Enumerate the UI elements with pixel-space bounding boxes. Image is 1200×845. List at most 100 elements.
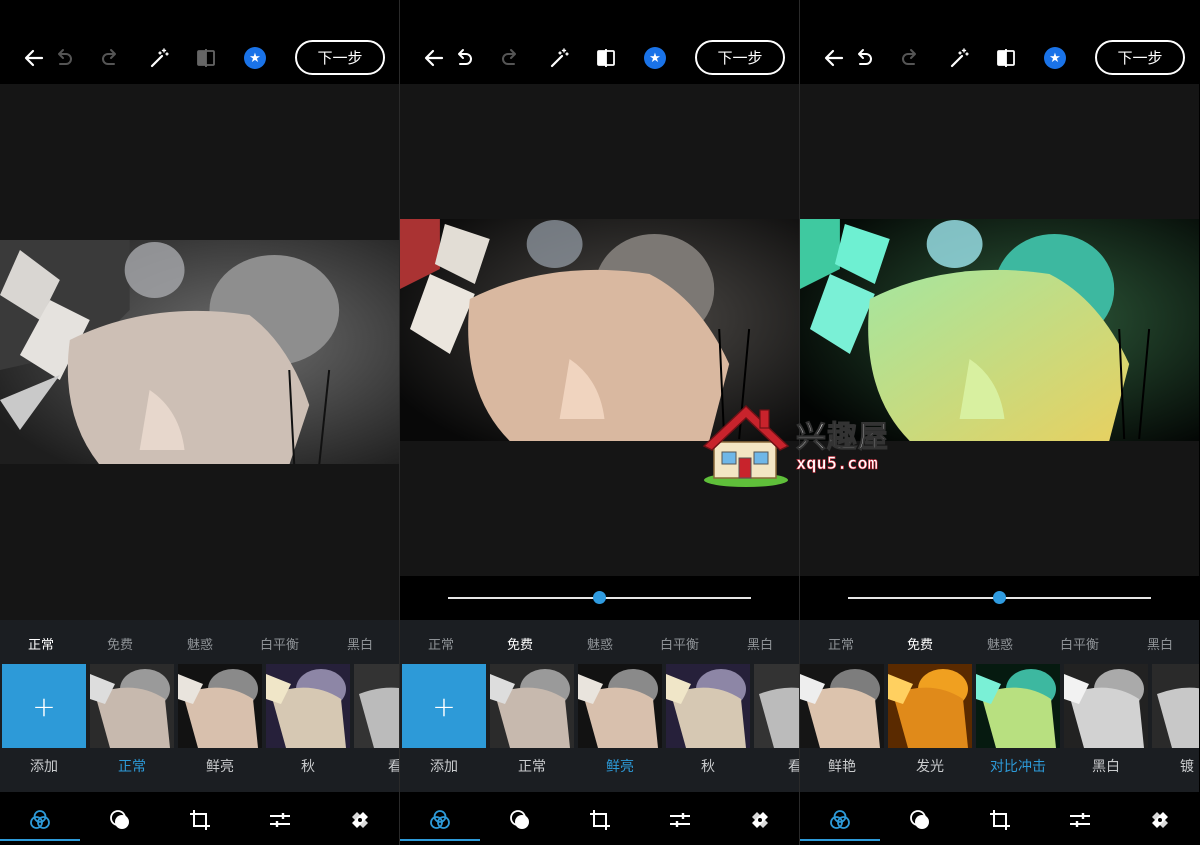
compare-icon[interactable]: [992, 44, 1020, 72]
intensity-slider[interactable]: [400, 576, 799, 620]
back-arrow-icon[interactable]: [820, 44, 848, 72]
filter-panel: 正常 免费 魅惑 白平衡 黑白 + 添加 正常 鲜亮 秋 看: [0, 620, 399, 792]
magic-wand-icon[interactable]: [145, 44, 173, 72]
filter-thumbnail[interactable]: [976, 664, 1060, 748]
filter-thumbnail[interactable]: [490, 664, 574, 748]
next-step-button[interactable]: 下一步: [295, 40, 385, 75]
next-step-button[interactable]: 下一步: [695, 40, 785, 75]
filter-thumbnail[interactable]: [754, 664, 799, 748]
heal-icon[interactable]: [347, 807, 373, 833]
slider-knob[interactable]: [993, 591, 1006, 604]
filter-label: 镀: [1180, 759, 1194, 775]
category-tab[interactable]: 正常: [828, 634, 854, 653]
star-icon[interactable]: ★: [241, 44, 269, 72]
filter-thumbnail[interactable]: [578, 664, 662, 748]
photo-canvas: [0, 84, 399, 620]
bottom-nav: [0, 792, 399, 845]
heal-icon[interactable]: [1147, 807, 1173, 833]
next-step-button[interactable]: 下一步: [1095, 40, 1185, 75]
bottom-nav: [800, 792, 1199, 845]
active-tab-indicator: [0, 839, 80, 841]
filter-thumbnail[interactable]: [800, 664, 884, 748]
top-toolbar: ★ 下一步: [800, 0, 1199, 84]
filter-label: 正常: [518, 759, 546, 775]
filter-label: 鲜亮: [606, 759, 634, 775]
category-tab[interactable]: 黑白: [347, 634, 373, 653]
filter-panel: 正常 免费 魅惑 白平衡 黑白 + 添加 正常 鲜亮 秋 看: [400, 620, 799, 792]
filter-label: 秋: [301, 759, 315, 775]
photo-canvas: [400, 84, 799, 576]
active-tab-indicator: [800, 839, 880, 841]
overlay-icon[interactable]: [507, 807, 533, 833]
intensity-slider[interactable]: [800, 576, 1199, 620]
category-tab[interactable]: 黑白: [747, 634, 773, 653]
filter-thumbnail[interactable]: [1064, 664, 1148, 748]
filter-labels: 添加 正常 鲜亮 秋 看: [0, 756, 399, 776]
plus-icon: +: [32, 689, 56, 723]
undo-icon[interactable]: [849, 44, 877, 72]
filter-categories: 正常 免费 魅惑 白平衡 黑白: [0, 634, 399, 654]
filter-thumbnail[interactable]: [1152, 664, 1199, 748]
category-tab[interactable]: 魅惑: [187, 634, 213, 653]
compare-icon[interactable]: [192, 44, 220, 72]
category-tab[interactable]: 白平衡: [260, 634, 299, 653]
photo-canvas: [800, 84, 1199, 576]
filter-thumbnail[interactable]: [178, 664, 262, 748]
magic-wand-icon[interactable]: [545, 44, 573, 72]
category-tab[interactable]: 白平衡: [660, 634, 699, 653]
category-tab[interactable]: 魅惑: [987, 634, 1013, 653]
heal-icon[interactable]: [747, 807, 773, 833]
category-tab[interactable]: 正常: [28, 634, 54, 653]
magic-wand-icon[interactable]: [945, 44, 973, 72]
star-icon[interactable]: ★: [641, 44, 669, 72]
top-toolbar: ★ 下一步: [0, 0, 399, 84]
redo-icon[interactable]: [97, 44, 125, 72]
compare-icon[interactable]: [592, 44, 620, 72]
back-arrow-icon[interactable]: [420, 44, 448, 72]
filter-thumbnails: [800, 664, 1199, 748]
star-icon[interactable]: ★: [1041, 44, 1069, 72]
adjust-icon[interactable]: [667, 807, 693, 833]
category-tab[interactable]: 免费: [507, 634, 533, 653]
redo-icon[interactable]: [497, 44, 525, 72]
filter-thumbnail[interactable]: [90, 664, 174, 748]
category-tab[interactable]: 正常: [428, 634, 454, 653]
filter-labels: 鲜艳 发光 对比冲击 黑白 镀: [800, 756, 1199, 776]
crop-icon[interactable]: [187, 807, 213, 833]
add-filter-button[interactable]: +: [2, 664, 86, 748]
back-arrow-icon[interactable]: [20, 44, 48, 72]
photo-preview: [400, 219, 799, 441]
plus-icon: +: [432, 689, 456, 723]
undo-icon[interactable]: [449, 44, 477, 72]
filter-label: 鲜艳: [828, 759, 856, 775]
editor-panel-3: ★ 下一步 正常 免费 魅惑 白平衡 黑白 鲜艳 发光 对比冲击 黑白 镀: [800, 0, 1199, 845]
adjust-icon[interactable]: [1067, 807, 1093, 833]
category-tab[interactable]: 魅惑: [587, 634, 613, 653]
filter-labels: 添加 正常 鲜亮 秋 看: [400, 756, 799, 776]
category-tab[interactable]: 免费: [907, 634, 933, 653]
crop-icon[interactable]: [587, 807, 613, 833]
redo-icon[interactable]: [897, 44, 925, 72]
overlay-icon[interactable]: [907, 807, 933, 833]
add-filter-button[interactable]: +: [402, 664, 486, 748]
crop-icon[interactable]: [987, 807, 1013, 833]
category-tab[interactable]: 白平衡: [1060, 634, 1099, 653]
category-tab[interactable]: 免费: [107, 634, 133, 653]
category-tab[interactable]: 黑白: [1147, 634, 1173, 653]
slider-knob[interactable]: [593, 591, 606, 604]
filters-icon[interactable]: [827, 807, 853, 833]
filter-label: 秋: [701, 759, 715, 775]
filter-label: 鲜亮: [206, 759, 234, 775]
filters-icon[interactable]: [27, 807, 53, 833]
overlay-icon[interactable]: [107, 807, 133, 833]
undo-icon[interactable]: [49, 44, 77, 72]
filter-thumbnail[interactable]: [354, 664, 399, 748]
filter-thumbnail[interactable]: [266, 664, 350, 748]
filter-thumbnail[interactable]: [666, 664, 750, 748]
filter-thumbnail[interactable]: [888, 664, 972, 748]
filters-icon[interactable]: [427, 807, 453, 833]
filter-thumbnails: +: [0, 664, 399, 748]
editor-panel-2: ★ 下一步 正常 免费 魅惑 白平衡 黑白 + 添加 正常 鲜亮 秋 看: [400, 0, 799, 845]
adjust-icon[interactable]: [267, 807, 293, 833]
filter-label: 添加: [30, 759, 58, 775]
